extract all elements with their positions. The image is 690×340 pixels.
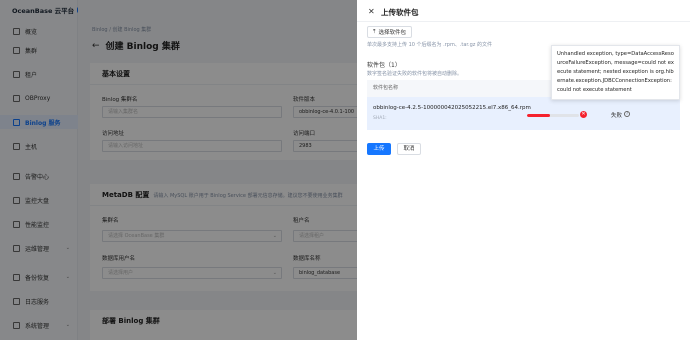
package-count-title: 软件包（1） [367, 62, 401, 69]
upload-hint: 单次最多支持上传 10 个后缀名为 .rpm、.tar.gz 的文件 [367, 42, 493, 48]
select-package-label: 选择软件包 [378, 30, 406, 36]
upload-button[interactable]: 上传 [367, 143, 391, 155]
error-tooltip: Unhandled exception, type=DataAccessReso… [551, 45, 680, 100]
table-row: obbinlog-ce-4.2.5-100000042025052215.el7… [367, 97, 680, 130]
upload-status: 失败 [611, 113, 623, 119]
upload-progress-fill [527, 114, 551, 117]
upload-icon: ⤒ [373, 28, 376, 35]
package-description: 数字签名验证失败的软件包将被自动删除。 [367, 71, 463, 77]
error-icon: ✕ [580, 111, 587, 118]
drawer-divider [357, 21, 690, 22]
drawer-title: 上传软件包 [381, 8, 419, 17]
help-circle-icon[interactable]: ? [624, 111, 630, 117]
cancel-button[interactable]: 取消 [397, 143, 421, 155]
close-icon[interactable]: ✕ [368, 7, 375, 16]
upload-progress-bar [527, 114, 579, 117]
package-file-name: obbinlog-ce-4.2.5-100000042025052215.el7… [373, 105, 531, 111]
package-sha: SHA1: [373, 116, 387, 121]
select-package-button[interactable]: ⤒ 选择软件包 [367, 26, 412, 38]
modal-overlay[interactable] [0, 0, 357, 340]
